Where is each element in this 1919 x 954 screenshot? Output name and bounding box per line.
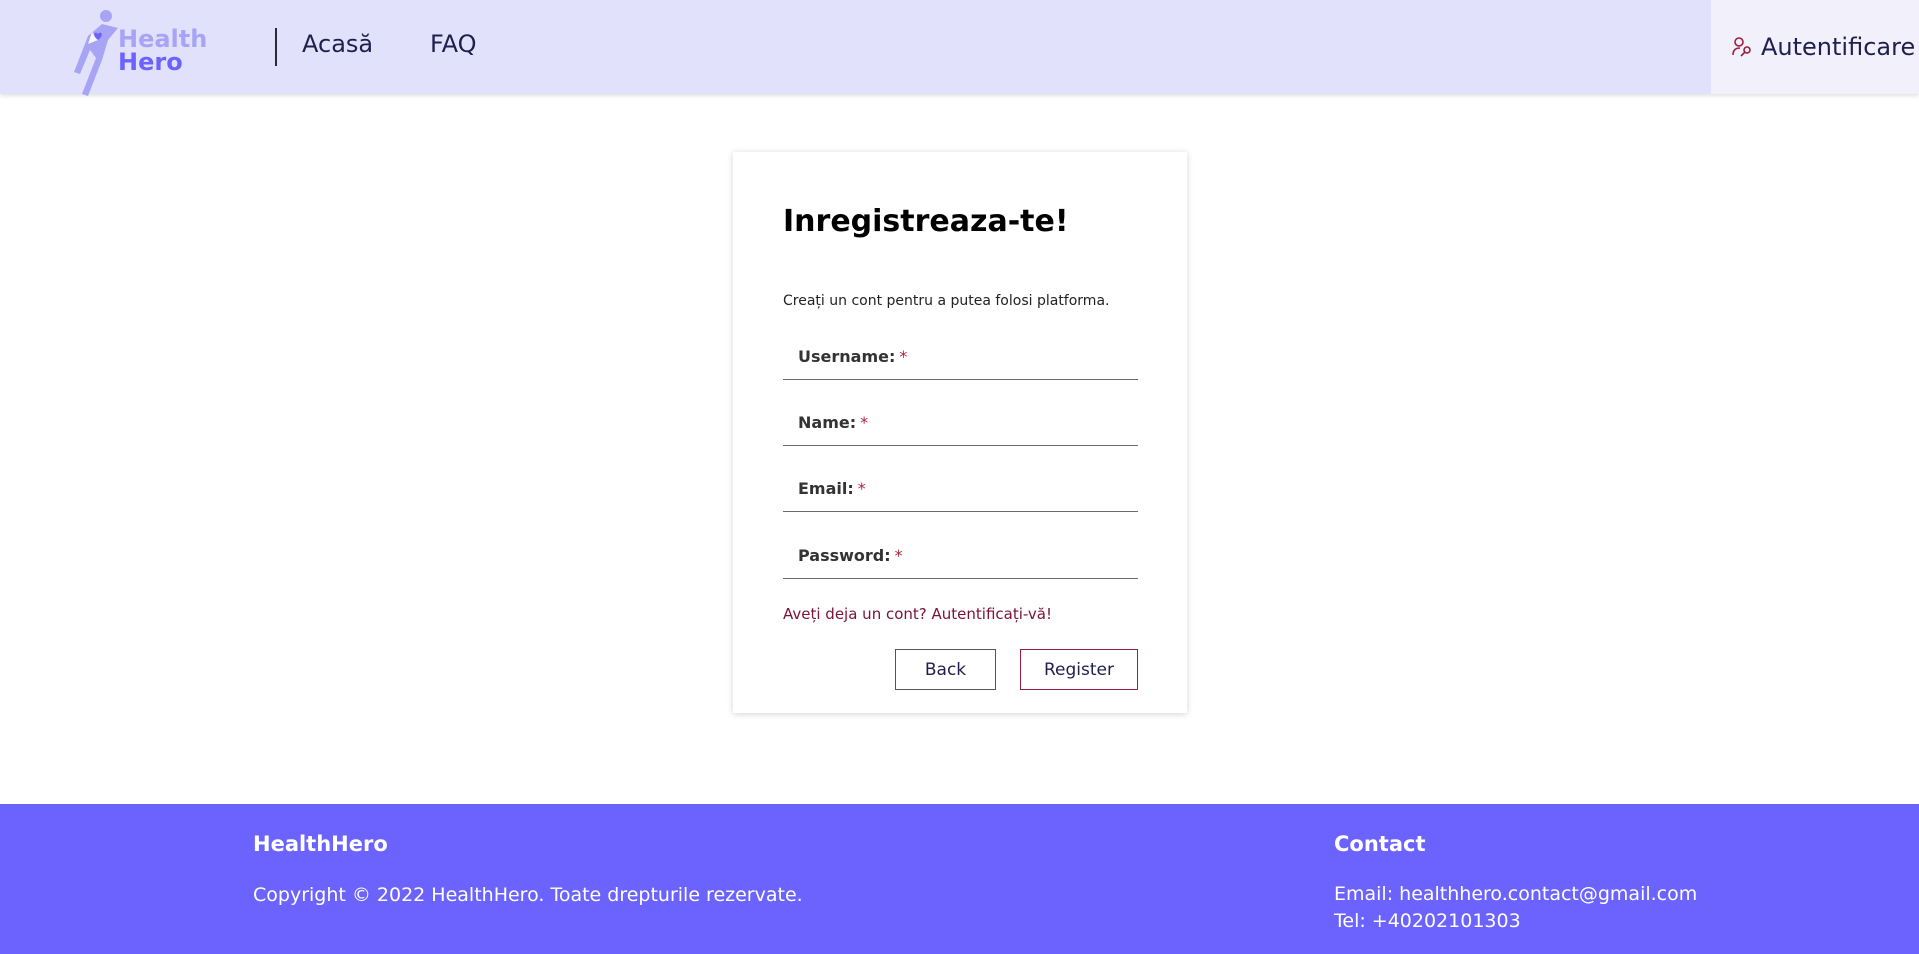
password-field[interactable]: Password: * [783, 541, 1138, 579]
existing-account-login-link[interactable]: Aveți deja un cont? Autentificați-vă! [783, 605, 1052, 623]
username-input[interactable] [783, 342, 1138, 379]
login-button[interactable]: Autentificare [1711, 0, 1919, 94]
name-field[interactable]: Name: * [783, 408, 1138, 446]
nav-divider [275, 28, 277, 66]
top-navbar: Health Hero Acasă FAQ Autentificare [0, 0, 1919, 96]
form-subtitle: Creați un cont pentru a putea folosi pla… [783, 293, 1110, 309]
user-key-icon [1732, 37, 1751, 57]
footer-contact-tel: Tel: +40202101303 [1334, 910, 1521, 932]
page-title: Inregistreaza-te! [783, 204, 1069, 239]
health-hero-logo[interactable]: Health Hero [68, 10, 208, 96]
logo-line2: Hero [118, 48, 183, 76]
nav-link-home[interactable]: Acasă [302, 30, 373, 58]
back-button[interactable]: Back [895, 649, 996, 690]
logo-wordmark: Health Hero [118, 27, 207, 76]
footer-contact-title: Contact [1334, 832, 1426, 856]
footer-brand: HealthHero [253, 832, 388, 856]
footer: HealthHero Copyright © 2022 HealthHero. … [0, 804, 1919, 954]
password-input[interactable] [783, 541, 1138, 578]
nav-link-faq[interactable]: FAQ [430, 30, 477, 58]
email-input[interactable] [783, 474, 1138, 511]
register-button[interactable]: Register [1020, 649, 1138, 690]
register-card: Inregistreaza-te! Creați un cont pentru … [733, 152, 1187, 713]
footer-contact-email: Email: healthhero.contact@gmail.com [1334, 883, 1698, 905]
name-input[interactable] [783, 408, 1138, 445]
footer-copyright: Copyright © 2022 HealthHero. Toate drept… [253, 884, 803, 906]
email-field[interactable]: Email: * [783, 474, 1138, 512]
username-field[interactable]: Username: * [783, 342, 1138, 380]
login-button-label: Autentificare [1761, 33, 1916, 61]
